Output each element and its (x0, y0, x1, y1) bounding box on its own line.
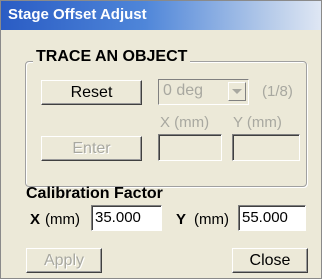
calibration-x-input[interactable]: 35.000 (91, 205, 162, 231)
window-title: Stage Offset Adjust (8, 6, 147, 23)
trace-y-field[interactable] (232, 134, 300, 161)
trace-x-field[interactable] (158, 134, 222, 161)
angle-select-value: 0 deg (163, 82, 204, 99)
calibration-y-label: Y (176, 211, 187, 228)
stage-offset-adjust-window: Stage Offset Adjust TRACE AN OBJECT Rese… (0, 0, 322, 279)
apply-button[interactable]: Apply (26, 248, 102, 273)
angle-select[interactable]: 0 deg (158, 79, 249, 105)
trace-x-label: X (mm) (160, 114, 210, 131)
trace-group-title: TRACE AN OBJECT (33, 48, 191, 66)
enter-button[interactable]: Enter (41, 136, 142, 161)
step-counter-label: (1/8) (262, 83, 293, 100)
calibration-y-input[interactable]: 55.000 (238, 205, 306, 231)
trace-y-label: Y (mm) (233, 114, 282, 131)
calibration-x-unit: (mm) (45, 211, 80, 228)
dropdown-arrow-icon[interactable] (228, 82, 246, 101)
reset-button[interactable]: Reset (41, 80, 142, 105)
title-bar[interactable]: Stage Offset Adjust (1, 1, 321, 30)
calibration-title: Calibration Factor (26, 185, 163, 202)
calibration-y-unit: (mm) (194, 211, 229, 228)
calibration-x-label: X (30, 211, 41, 228)
close-button[interactable]: Close (232, 248, 308, 273)
